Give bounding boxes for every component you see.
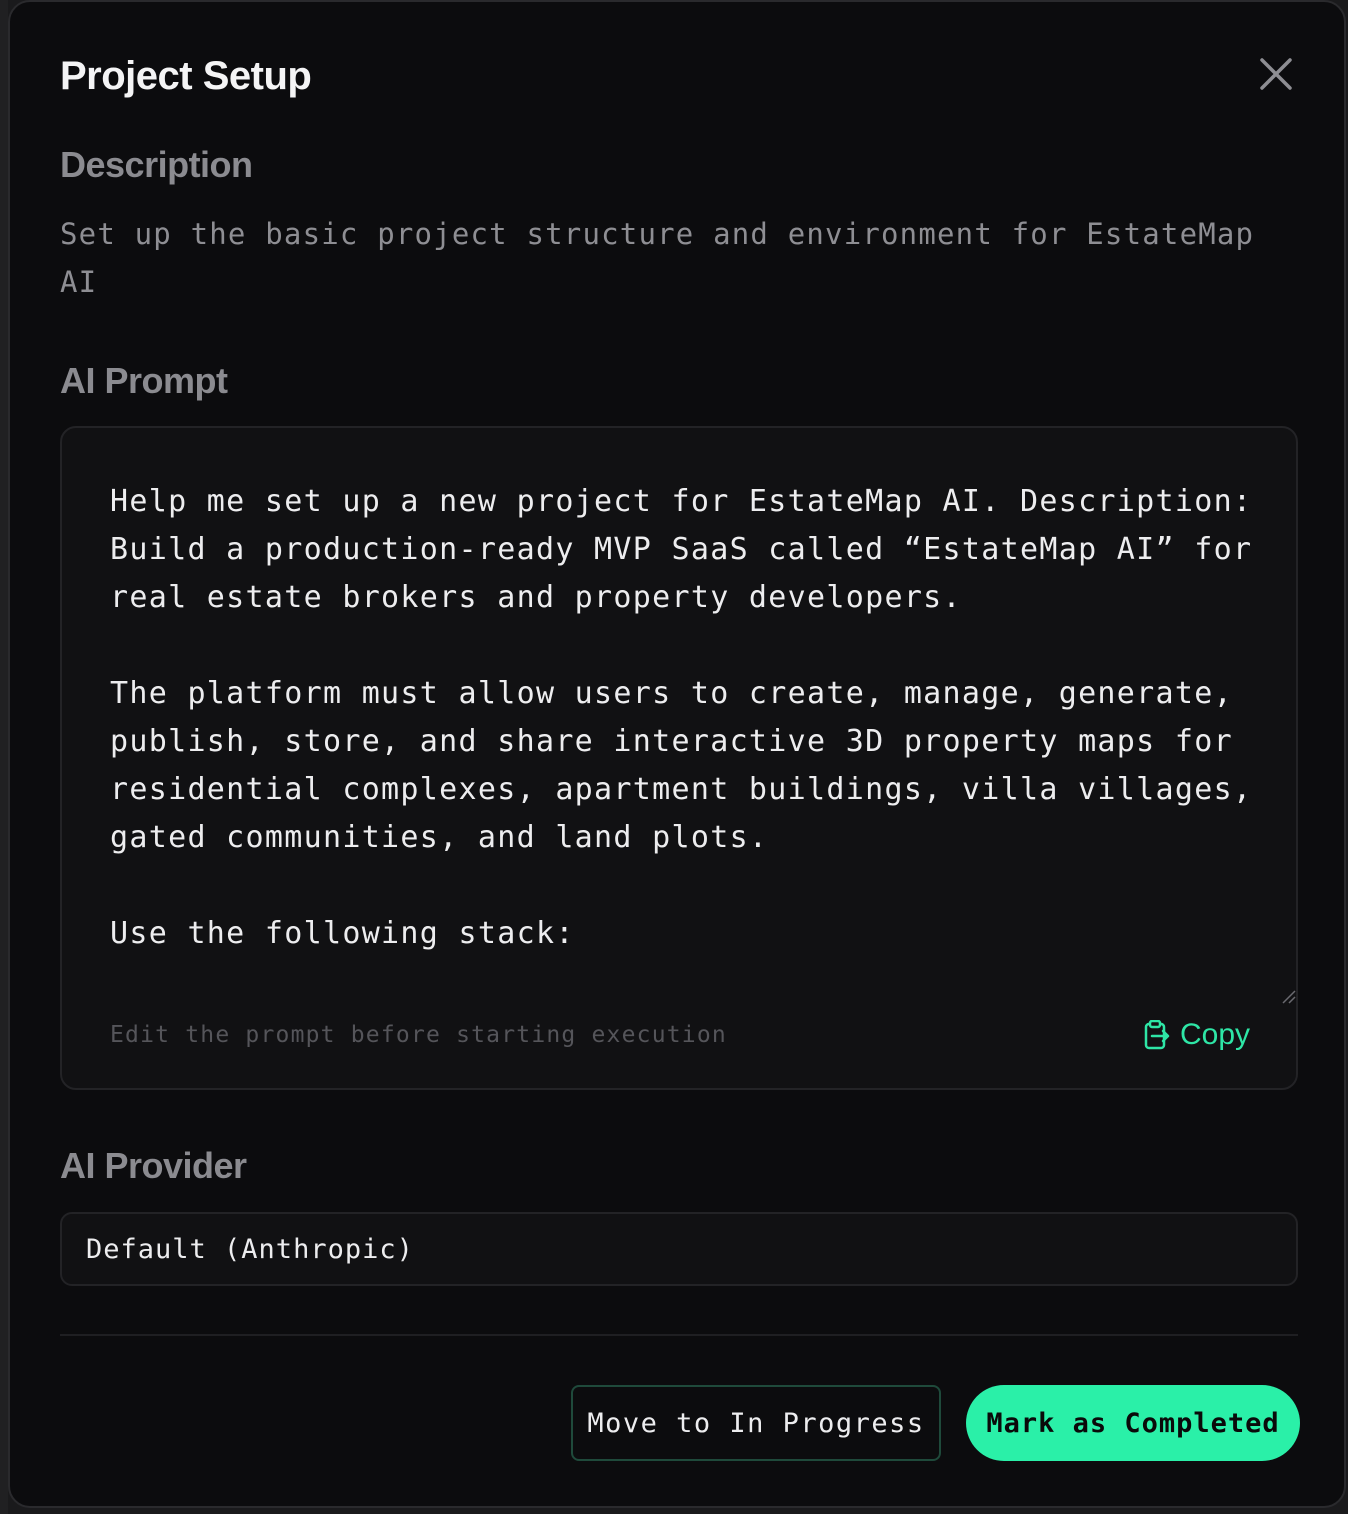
close-icon (1260, 58, 1292, 90)
prompt-hint: Edit the prompt before starting executio… (110, 1022, 727, 1048)
move-to-in-progress-button[interactable]: Move to In Progress (571, 1385, 941, 1461)
ai-provider-heading: AI Provider (60, 1145, 247, 1186)
clipboard-copy-icon (1144, 1020, 1170, 1050)
ai-provider-select[interactable]: Default (Anthropic) (60, 1212, 1298, 1286)
ai-prompt-heading: AI Prompt (60, 360, 228, 401)
close-button[interactable] (1256, 54, 1296, 94)
copy-label: Copy (1180, 1018, 1251, 1051)
copy-button[interactable]: Copy (1144, 1018, 1250, 1052)
backdrop (0, 0, 8, 1514)
ai-provider-value: Default (Anthropic) (86, 1234, 414, 1265)
ai-prompt-panel: Edit the prompt before starting executio… (60, 426, 1298, 1090)
description-heading: Description (60, 144, 253, 185)
ai-prompt-textarea[interactable] (110, 478, 1260, 998)
modal-title: Project Setup (60, 54, 312, 98)
footer-divider (60, 1334, 1298, 1336)
mark-as-completed-button[interactable]: Mark as Completed (966, 1385, 1300, 1461)
project-setup-modal: Project Setup Description Set up the bas… (8, 0, 1346, 1508)
resize-handle-icon[interactable] (1280, 988, 1296, 1004)
description-text: Set up the basic project structure and e… (60, 217, 1255, 299)
